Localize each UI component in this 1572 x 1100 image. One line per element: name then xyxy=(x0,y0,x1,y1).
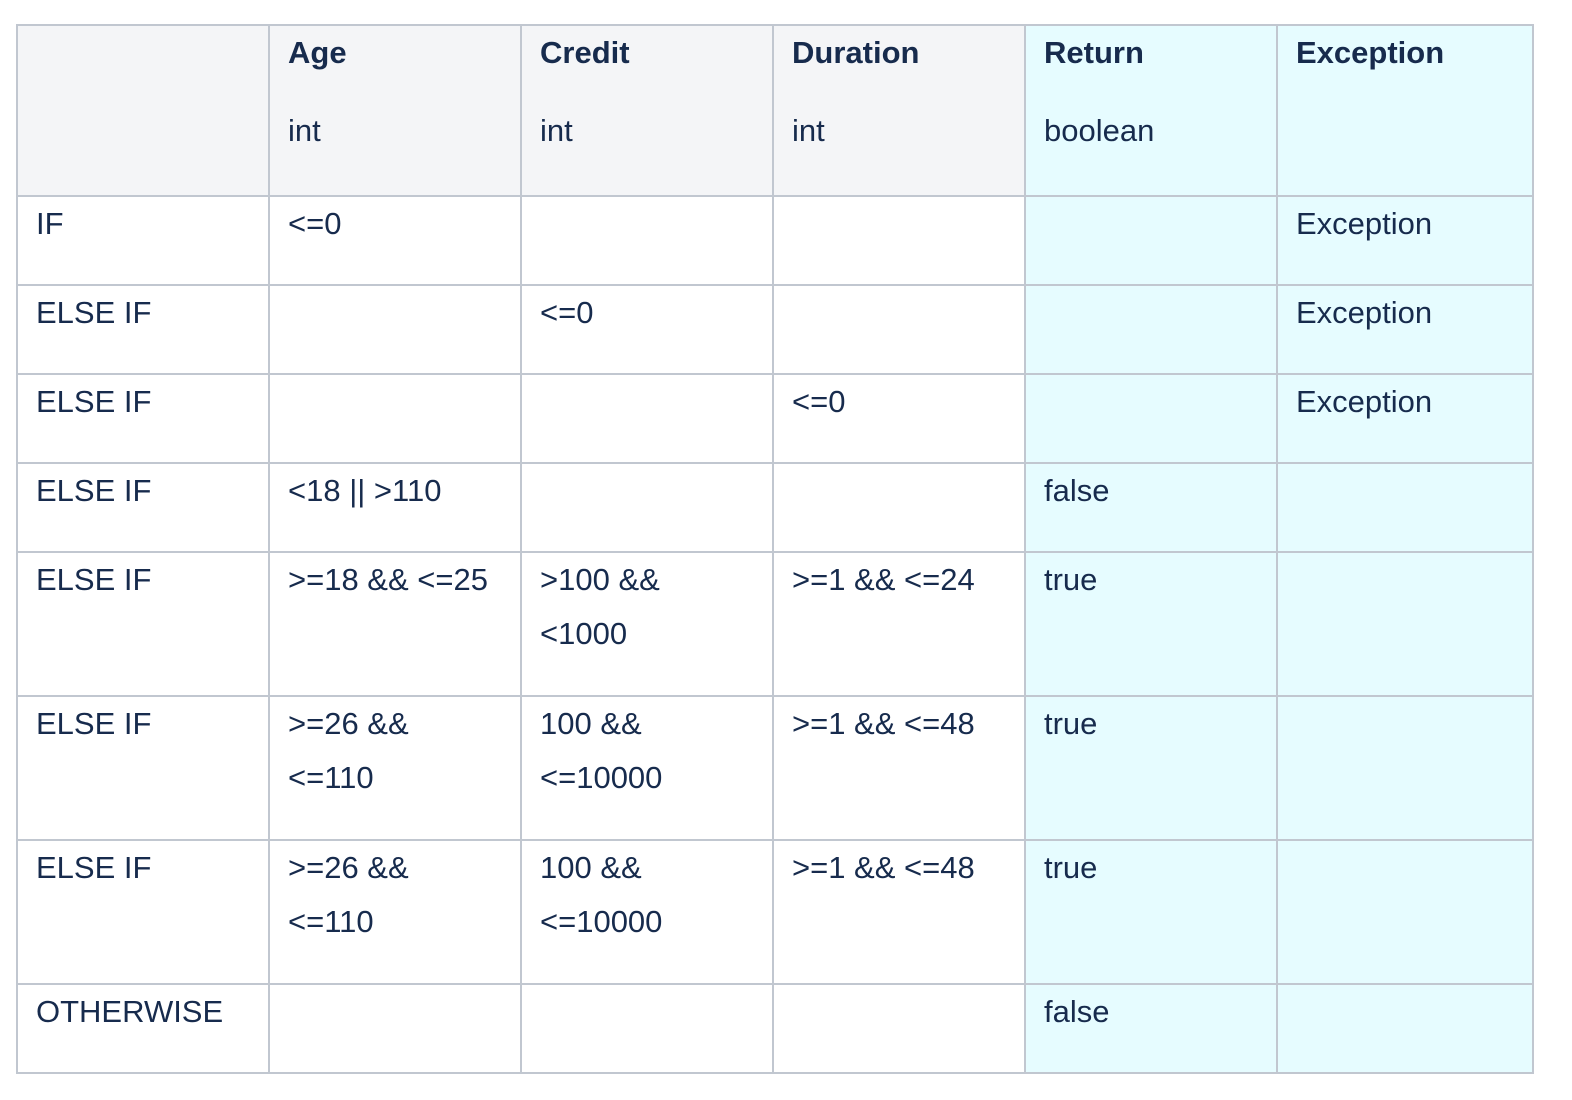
decision-table-header: Age int Credit int Duration int Return b… xyxy=(16,24,1534,197)
cell-exception: Exception xyxy=(1276,373,1534,464)
cell-exception: Exception xyxy=(1276,284,1534,375)
table-row: ELSE IF <=0 Exception xyxy=(16,284,1534,375)
column-name-condition xyxy=(36,26,250,80)
cell-return: false xyxy=(1024,462,1278,553)
cell-duration: >=1 && <=24 xyxy=(772,551,1026,697)
cell-duration xyxy=(772,284,1026,375)
cell-condition: ELSE IF xyxy=(16,373,270,464)
cell-exception xyxy=(1276,551,1534,697)
cell-age xyxy=(268,373,522,464)
header-age: Age int xyxy=(268,24,522,197)
cell-age xyxy=(268,284,522,375)
cell-condition: ELSE IF xyxy=(16,284,270,375)
cell-duration xyxy=(772,983,1026,1074)
cell-credit xyxy=(520,195,774,286)
table-row: ELSE IF >=18 && <=25 >100 && <1000 >=1 &… xyxy=(16,551,1534,697)
header-credit: Credit int xyxy=(520,24,774,197)
cell-credit: 100 && <=10000 xyxy=(520,839,774,985)
column-name-age: Age xyxy=(288,35,347,70)
cell-exception xyxy=(1276,839,1534,985)
cell-return xyxy=(1024,373,1278,464)
cell-exception: Exception xyxy=(1276,195,1534,286)
table-row: ELSE IF <18 || >110 false xyxy=(16,462,1534,553)
column-name-credit: Credit xyxy=(540,35,630,70)
cell-credit xyxy=(520,983,774,1074)
column-type-age: int xyxy=(288,113,321,148)
table-row: ELSE IF >=26 && <=110 100 && <=10000 >=1… xyxy=(16,839,1534,985)
cell-duration: <=0 xyxy=(772,373,1026,464)
cell-age xyxy=(268,983,522,1074)
cell-duration: >=1 && <=48 xyxy=(772,695,1026,841)
cell-duration xyxy=(772,462,1026,553)
table-row: ELSE IF <=0 Exception xyxy=(16,373,1534,464)
table-row: IF <=0 Exception xyxy=(16,195,1534,286)
cell-return xyxy=(1024,195,1278,286)
cell-age: >=18 && <=25 xyxy=(268,551,522,697)
cell-exception xyxy=(1276,462,1534,553)
column-type-return: boolean xyxy=(1044,113,1155,148)
header-duration: Duration int xyxy=(772,24,1026,197)
cell-condition: ELSE IF xyxy=(16,839,270,985)
cell-credit: 100 && <=10000 xyxy=(520,695,774,841)
cell-return xyxy=(1024,284,1278,375)
cell-age: <18 || >110 xyxy=(268,462,522,553)
cell-exception xyxy=(1276,695,1534,841)
cell-credit: <=0 xyxy=(520,284,774,375)
cell-age: <=0 xyxy=(268,195,522,286)
header-exception: Exception xyxy=(1276,24,1534,197)
header-return: Return boolean xyxy=(1024,24,1278,197)
cell-credit xyxy=(520,462,774,553)
header-condition xyxy=(16,24,270,197)
column-name-duration: Duration xyxy=(792,35,920,70)
cell-return: true xyxy=(1024,695,1278,841)
cell-credit xyxy=(520,373,774,464)
decision-table: Age int Credit int Duration int Return b… xyxy=(16,24,1534,1074)
cell-condition: ELSE IF xyxy=(16,462,270,553)
header-row: Age int Credit int Duration int Return b… xyxy=(16,24,1534,197)
table-row: OTHERWISE false xyxy=(16,983,1534,1074)
cell-condition: ELSE IF xyxy=(16,551,270,697)
cell-condition: OTHERWISE xyxy=(16,983,270,1074)
cell-credit: >100 && <1000 xyxy=(520,551,774,697)
column-name-return: Return xyxy=(1044,35,1144,70)
cell-return: false xyxy=(1024,983,1278,1074)
table-row: ELSE IF >=26 && <=110 100 && <=10000 >=1… xyxy=(16,695,1534,841)
cell-return: true xyxy=(1024,551,1278,697)
cell-age: >=26 && <=110 xyxy=(268,695,522,841)
column-name-exception: Exception xyxy=(1296,35,1445,70)
cell-condition: ELSE IF xyxy=(16,695,270,841)
cell-condition: IF xyxy=(16,195,270,286)
decision-table-body: IF <=0 Exception ELSE IF <=0 Exception E… xyxy=(16,195,1534,1074)
cell-duration: >=1 && <=48 xyxy=(772,839,1026,985)
column-type-duration: int xyxy=(792,113,825,148)
cell-age: >=26 && <=110 xyxy=(268,839,522,985)
column-type-credit: int xyxy=(540,113,573,148)
decision-table-container: Age int Credit int Duration int Return b… xyxy=(16,24,1534,1074)
cell-return: true xyxy=(1024,839,1278,985)
cell-duration xyxy=(772,195,1026,286)
cell-exception xyxy=(1276,983,1534,1074)
